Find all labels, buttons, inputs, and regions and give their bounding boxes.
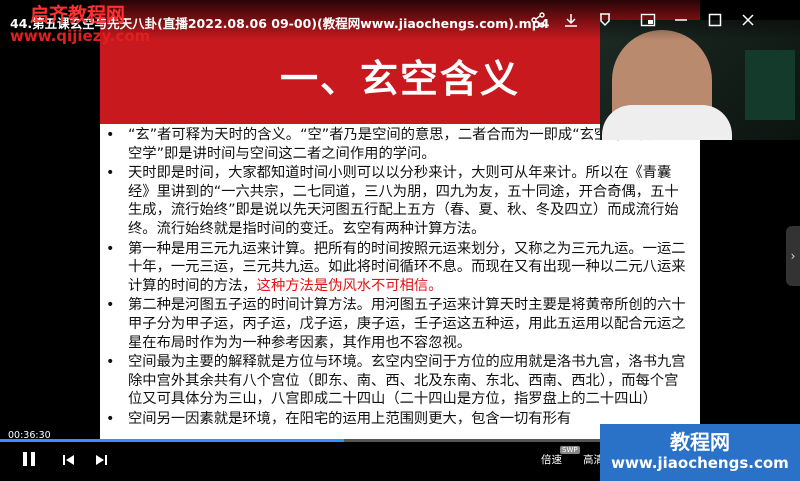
bullet-dot: • — [106, 165, 115, 182]
bullet-text: 天时即是时间，大家都知道时间小则可以以分秒来计，大则可从年来计。所以在《青囊经》… — [128, 165, 679, 237]
swp-badge: SWP — [560, 446, 580, 454]
bullet-text: 空间最为主要的解释就是方位与环境。玄空内空间于方位的应用就是洛书九宫，洛书九宫除… — [128, 354, 686, 408]
background-monitor — [745, 50, 795, 120]
bullet-item: • 天时即是时间，大家都知道时间小则可以以分秒来计，大则可从年来计。所以在《青囊经… — [100, 164, 700, 238]
minimize-icon[interactable] — [673, 12, 689, 28]
close-icon[interactable] — [740, 12, 756, 28]
bullet-dot: • — [106, 240, 115, 257]
bullet-warning-text: 这种方法是伪风水不可相信。 — [256, 277, 443, 294]
watermark-logo: 启齐教程网 — [30, 4, 126, 26]
presenter-shirt — [602, 105, 732, 140]
badge-name: 教程网 — [670, 430, 730, 454]
share-icon[interactable] — [530, 12, 546, 28]
bullet-item: • 空间最为主要的解释就是方位与环境。玄空内空间于方位的应用就是洛书九宫，洛书九宫… — [100, 353, 700, 409]
bullet-item: • 第一种是用三元九运来计算。把所有的时间按照元运来划分，又称之为三元九运。一运二… — [100, 240, 700, 296]
bullet-text: 空间另一因素就是环境，在阳宅的运用上范围则更大，包含一切有形有 — [128, 410, 572, 427]
chevron-right-icon[interactable]: › — [786, 226, 800, 286]
bullet-list: • “玄”者可释为天时的含义。“空”者乃是空间的意思，二者合而为一即成“玄空”，所… — [100, 126, 700, 430]
badge-url: www.jiaochengs.com — [611, 454, 789, 472]
bullet-dot: • — [106, 410, 115, 427]
bullet-item: • 第二种是河图五子运的时间计算方法。用河图五子运来计算天时主要是将黄帝所创的六十… — [100, 296, 700, 352]
pause-icon[interactable] — [20, 450, 38, 472]
previous-icon[interactable] — [62, 452, 76, 471]
bullet-text: “玄”者可释为天时的含义。“空”者乃是空间的意思，二者合而为一即成“玄空”，所以… — [128, 127, 681, 162]
pin-icon[interactable] — [597, 12, 613, 28]
bullet-dot: • — [106, 127, 115, 143]
picture-in-picture-icon[interactable] — [640, 12, 656, 28]
maximize-icon[interactable] — [707, 12, 723, 28]
bullet-dot: • — [106, 297, 115, 314]
video-area[interactable]: 一、玄空含义 • “玄”者可释为天时的含义。“空”者乃是空间的意思，二者合而为一即… — [0, 0, 800, 481]
speed-button[interactable]: 倍速 — [541, 452, 562, 467]
site-badge: 教程网 www.jiaochengs.com — [600, 424, 800, 481]
watermark-url: www.qijiezy.com — [10, 27, 151, 45]
download-icon[interactable] — [563, 12, 579, 28]
next-icon[interactable] — [94, 452, 108, 471]
bullet-dot: • — [106, 354, 115, 371]
bullet-text: 第二种是河图五子运的时间计算方法。用河图五子运来计算天时主要是将黄帝所创的六十甲… — [128, 297, 686, 351]
